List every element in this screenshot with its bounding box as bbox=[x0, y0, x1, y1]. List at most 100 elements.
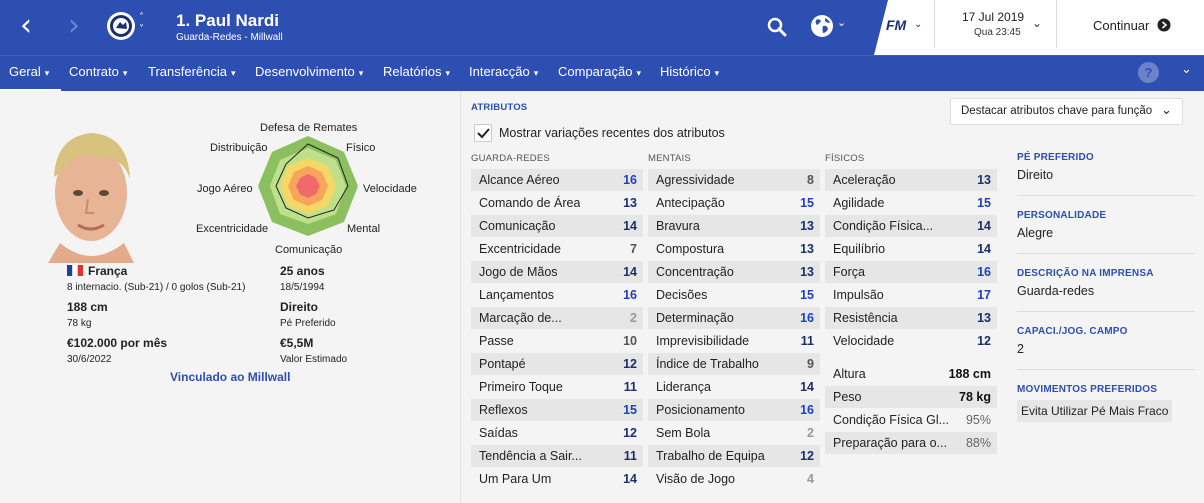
calendar-chevron-icon[interactable]: ⌄ bbox=[1032, 16, 1042, 30]
attribute-row[interactable]: Imprevisibilidade 11 bbox=[648, 330, 820, 352]
tab-bar: Geral ▾ Contrato ▾ Transferência ▾ Desenvol… bbox=[0, 55, 1204, 92]
tab-geral[interactable]: Geral ▾ bbox=[0, 56, 61, 92]
attribute-name: Altura bbox=[833, 367, 866, 381]
show-changes-checkbox[interactable] bbox=[474, 124, 492, 142]
personality-title: PERSONALIDADE bbox=[1017, 210, 1107, 221]
show-changes-label: Mostrar variações recentes dos atributos bbox=[499, 126, 725, 140]
divider bbox=[1017, 195, 1195, 196]
panel-divider bbox=[460, 91, 461, 503]
back-arrow-icon[interactable]: ‹ bbox=[20, 8, 32, 44]
tab-interaccao[interactable]: Interacção ▾ bbox=[469, 56, 538, 92]
checkmark-icon bbox=[477, 128, 490, 139]
attribute-row[interactable]: Agilidade 15 bbox=[825, 192, 997, 214]
tab-contrato[interactable]: Contrato ▾ bbox=[69, 56, 127, 92]
chevron-down-icon: ▾ bbox=[122, 68, 128, 78]
attribute-name: Aceleração bbox=[833, 173, 896, 187]
attribute-value: 11 bbox=[800, 334, 814, 348]
help-icon[interactable]: ? bbox=[1138, 62, 1159, 83]
tab-relatorios[interactable]: Relatórios ▾ bbox=[383, 56, 450, 92]
attribute-name: Concentração bbox=[656, 265, 734, 279]
attribute-row[interactable]: Compostura 13 bbox=[648, 238, 820, 260]
attribute-name: Trabalho de Equipa bbox=[656, 449, 765, 463]
attribute-name: Velocidade bbox=[833, 334, 895, 348]
attribute-name: Sem Bola bbox=[656, 426, 711, 440]
linked-club-link[interactable]: Vinculado ao Millwall bbox=[170, 370, 290, 384]
attribute-name: Agressividade bbox=[656, 173, 735, 187]
attribute-row[interactable]: Posicionamento 16 bbox=[648, 399, 820, 421]
attribute-row[interactable]: Resistência 13 bbox=[825, 307, 997, 329]
attribute-row[interactable]: Saídas 12 bbox=[471, 422, 643, 444]
attribute-row[interactable]: Decisões 15 bbox=[648, 284, 820, 306]
attribute-row[interactable]: Condição Física Gl... 95% bbox=[825, 409, 997, 431]
continue-arrow-icon bbox=[1157, 18, 1171, 32]
attribute-row[interactable]: Aceleração 13 bbox=[825, 169, 997, 191]
fm-menu-chevron-icon[interactable]: ⌄ bbox=[914, 19, 922, 30]
continue-label: Continuar bbox=[1093, 18, 1150, 33]
attribute-name: Peso bbox=[833, 390, 862, 404]
attribute-row[interactable]: Equilíbrio 14 bbox=[825, 238, 997, 260]
attribute-row[interactable]: Primeiro Toque 11 bbox=[471, 376, 643, 398]
tab-desenvolvimento[interactable]: Desenvolvimento ▾ bbox=[255, 56, 363, 92]
player-switch-icon[interactable]: ˄ ˅ bbox=[139, 12, 144, 36]
nationality[interactable]: França bbox=[88, 264, 127, 278]
forward-arrow-icon[interactable]: › bbox=[68, 8, 80, 44]
physical-title: FÍSICOS bbox=[825, 153, 865, 164]
fm-logo[interactable]: FM bbox=[886, 17, 906, 33]
attribute-row[interactable]: Força 16 bbox=[825, 261, 997, 283]
profile-panel: Defesa de Remates Físico Velocidade Ment… bbox=[0, 91, 460, 503]
preferred-foot-value: Direito bbox=[1017, 168, 1054, 182]
attribute-row[interactable]: Marcação de... 2 bbox=[471, 307, 643, 329]
attribute-row[interactable]: Velocidade 12 bbox=[825, 330, 997, 352]
attribute-name: Preparação para o... bbox=[833, 436, 947, 450]
tabbar-collapse-icon[interactable]: ⌄ bbox=[1181, 62, 1192, 77]
attribute-row[interactable]: Um Para Um 14 bbox=[471, 468, 643, 490]
attribute-row[interactable]: Concentração 13 bbox=[648, 261, 820, 283]
attribute-row[interactable]: Antecipação 15 bbox=[648, 192, 820, 214]
attribute-row[interactable]: Reflexos 15 bbox=[471, 399, 643, 421]
attribute-row[interactable]: Impulsão 17 bbox=[825, 284, 997, 306]
attribute-row[interactable]: Altura 188 cm bbox=[825, 363, 997, 385]
attribute-row[interactable]: Visão de Jogo 4 bbox=[648, 468, 820, 490]
attribute-value: 15 bbox=[800, 288, 814, 302]
attribute-row[interactable]: Determinação 16 bbox=[648, 307, 820, 329]
attribute-row[interactable]: Condição Física... 14 bbox=[825, 215, 997, 237]
attribute-row[interactable]: Passe 10 bbox=[471, 330, 643, 352]
divider bbox=[1017, 369, 1195, 370]
search-icon[interactable] bbox=[766, 16, 788, 38]
attribute-row[interactable]: Bravura 13 bbox=[648, 215, 820, 237]
attribute-row[interactable]: Liderança 14 bbox=[648, 376, 820, 398]
attribute-row[interactable]: Sem Bola 2 bbox=[648, 422, 820, 444]
preferred-foot-label: Pé Preferido bbox=[280, 318, 336, 329]
chevron-down-icon: ▾ bbox=[445, 68, 451, 78]
tab-historico[interactable]: Histórico ▾ bbox=[660, 56, 719, 92]
attribute-value: 15 bbox=[977, 196, 991, 210]
club-crest-icon[interactable] bbox=[106, 11, 136, 41]
attribute-value: 15 bbox=[800, 196, 814, 210]
attribute-row[interactable]: Jogo de Mãos 14 bbox=[471, 261, 643, 283]
attribute-row[interactable]: Comunicação 14 bbox=[471, 215, 643, 237]
outfield-ability-title: CAPACI./JOG. CAMPO bbox=[1017, 326, 1128, 337]
attribute-row[interactable]: Excentricidade 7 bbox=[471, 238, 643, 260]
tab-transferencia[interactable]: Transferência ▾ bbox=[148, 56, 236, 92]
highlight-role-dropdown[interactable]: Destacar atributos chave para função ⌄ bbox=[950, 98, 1183, 125]
globe-dropdown-icon[interactable]: ⌄ bbox=[837, 16, 846, 29]
continue-button[interactable]: Continuar bbox=[1057, 0, 1204, 50]
attribute-row[interactable]: Preparação para o... 88% bbox=[825, 432, 997, 454]
attribute-row[interactable]: Lançamentos 16 bbox=[471, 284, 643, 306]
attribute-value: 78 kg bbox=[959, 390, 991, 404]
attribute-row[interactable]: Tendência a Sair... 11 bbox=[471, 445, 643, 467]
tab-comparacao[interactable]: Comparação ▾ bbox=[558, 56, 641, 92]
attribute-name: Determinação bbox=[656, 311, 734, 325]
goalkeeping-title: GUARDA-REDES bbox=[471, 153, 550, 164]
globe-icon[interactable] bbox=[810, 14, 834, 38]
attribute-value: 12 bbox=[623, 357, 637, 371]
attribute-row[interactable]: Agressividade 8 bbox=[648, 169, 820, 191]
attribute-row[interactable]: Pontapé 12 bbox=[471, 353, 643, 375]
preferred-move-item[interactable]: Evita Utilizar Pé Mais Fraco bbox=[1017, 400, 1172, 422]
attribute-row[interactable]: Alcance Aéreo 16 bbox=[471, 169, 643, 191]
attribute-row[interactable]: Comando de Área 13 bbox=[471, 192, 643, 214]
attribute-row[interactable]: Índice de Trabalho 9 bbox=[648, 353, 820, 375]
attribute-row[interactable]: Peso 78 kg bbox=[825, 386, 997, 408]
attribute-row[interactable]: Trabalho de Equipa 12 bbox=[648, 445, 820, 467]
page-subtitle: Guarda-Redes - Millwall bbox=[176, 32, 283, 43]
